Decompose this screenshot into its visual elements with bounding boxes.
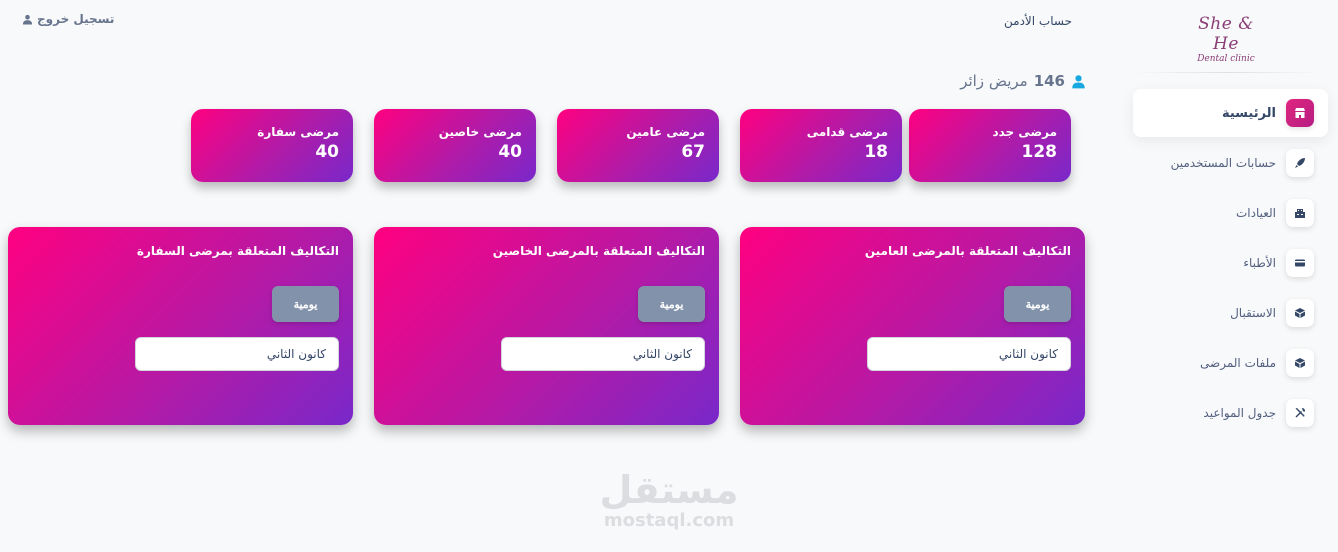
sidebar-item-home[interactable]: الرئيسية [1133,89,1328,137]
sidebar-item-label: الاستقبال [1230,306,1276,320]
month-select[interactable]: كانون الثاني [135,337,339,371]
box-icon [1286,299,1314,327]
cost-card-title: التكاليف المتعلقة بالمرضى العامين [864,244,1071,258]
user-icon [22,14,33,25]
month-select[interactable]: كانون الثاني [501,337,705,371]
sidebar: She & He Dental clinic الرئيسية حسابات ا… [1120,0,1338,552]
sidebar-item-user-accounts[interactable]: حسابات المستخدمين [1133,139,1328,187]
stat-label: مرضى جدد [992,125,1057,139]
shop-icon [1286,99,1314,127]
logo-sub-text: Dental clinic [1197,54,1255,64]
sidebar-item-doctors[interactable]: الأطباء [1133,239,1328,287]
stat-value: 128 [1021,142,1058,162]
watermark: مستقل mostaql.com [596,470,742,532]
daily-button[interactable]: يومية [638,286,705,322]
rocket-icon [1286,149,1314,177]
credit-card-icon [1286,249,1314,277]
cost-card-embassy: التكاليف المتعلقة بمرضى السفارة يومية كا… [8,227,353,425]
stat-label: مرضى خاصين [438,125,522,139]
daily-button[interactable]: يومية [1004,286,1071,322]
cost-card-private: التكاليف المتعلقة بالمرضى الخاصين يومية … [374,227,719,425]
visitor-count: 146 مريض زائر [960,72,1086,90]
stat-label: مرضى عامين [626,125,705,139]
month-select[interactable]: كانون الثاني [867,337,1071,371]
stat-value: 18 [864,142,888,162]
sidebar-divider [1132,72,1322,73]
stat-card-private-patients: مرضى خاصين 40 [374,109,536,182]
cost-card-general: التكاليف المتعلقة بالمرضى العامين يومية … [740,227,1085,425]
sidebar-item-label: ملفات المرضى [1200,356,1276,370]
sidebar-item-label: العيادات [1235,206,1276,220]
sidebar-item-clinics[interactable]: العيادات [1133,189,1328,237]
visitor-label: مريض زائر [960,72,1028,90]
watermark-latin: mostaql.com [603,510,735,531]
sidebar-item-appointments[interactable]: جدول المواعيد [1133,389,1328,437]
stat-card-new-patients: مرضى جدد 128 [909,109,1071,182]
sidebar-nav: الرئيسية حسابات المستخدمين العيادات الأط… [1120,89,1338,439]
clinic-logo[interactable]: She & He Dental clinic [1184,14,1268,64]
daily-button[interactable]: يومية [272,286,339,322]
stat-card-embassy-patients: مرضى سفارة 40 [191,109,353,182]
cost-card-title: التكاليف المتعلقة بالمرضى الخاصين [492,244,705,258]
stat-card-old-patients: مرضى قدامى 18 [740,109,902,182]
stat-card-general-patients: مرضى عامين 67 [557,109,719,182]
logout-button[interactable]: تسجيل خروج [22,12,114,26]
stat-label: مرضى سفارة [257,125,339,139]
sidebar-item-label: حسابات المستخدمين [1170,156,1276,170]
sidebar-item-label: الأطباء [1243,256,1276,270]
stat-value: 40 [315,142,339,162]
stat-value: 67 [681,142,705,162]
stat-value: 40 [498,142,522,162]
logo-main-text: She & He [1198,14,1254,54]
sidebar-item-patient-files[interactable]: ملفات المرضى [1133,339,1328,387]
box-icon [1286,349,1314,377]
watermark-arabic: مستقل [599,468,739,512]
building-icon [1286,199,1314,227]
stat-label: مرضى قدامى [806,125,888,139]
sidebar-item-reception[interactable]: الاستقبال [1133,289,1328,337]
sidebar-item-label: جدول المواعيد [1203,406,1276,420]
visitor-number: 146 [1033,72,1065,90]
user-icon [1072,74,1085,88]
cost-card-title: التكاليف المتعلقة بمرضى السفارة [136,244,339,258]
sidebar-item-label: الرئيسية [1221,105,1276,121]
admin-account-label[interactable]: حساب الأدمن [1004,14,1072,28]
tools-icon [1286,399,1314,427]
logout-label: تسجيل خروج [37,12,115,26]
